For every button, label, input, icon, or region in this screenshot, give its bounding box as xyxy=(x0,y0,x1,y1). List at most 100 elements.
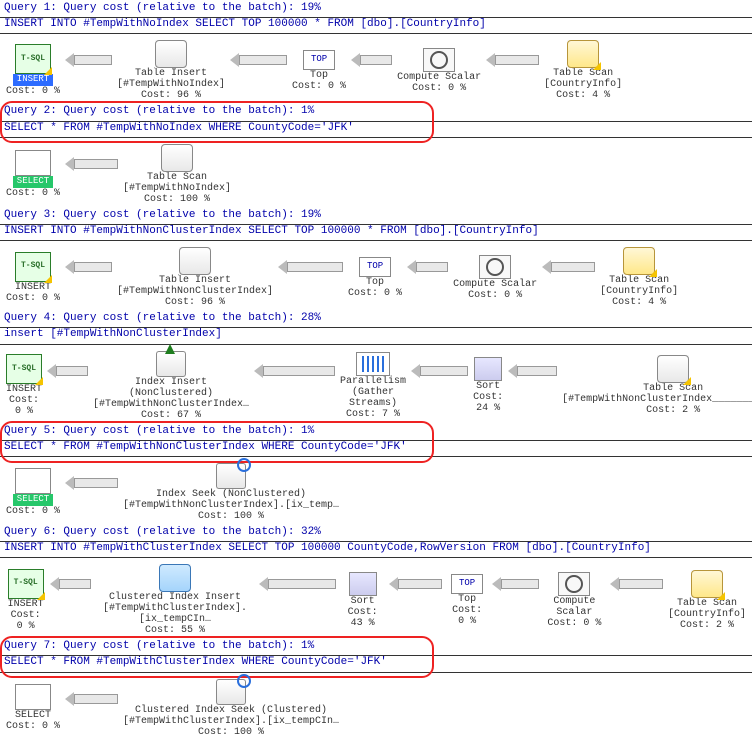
plan-row[interactable]: T-SQLINSERTCost: 0 % Index Insert (NonClu… xyxy=(0,345,752,423)
plan-row[interactable]: T-SQLINSERTCost: 0 % Table Insert[#TempWi… xyxy=(0,241,752,310)
plan-operator[interactable]: SortCost: 24 % xyxy=(473,357,503,414)
operator-name: Table Scan xyxy=(677,598,737,609)
root-op[interactable]: T-SQLINSERTCost: 0 % xyxy=(6,252,60,304)
plan-operator[interactable]: Table Scan[CountryInfo]Cost: 2 % xyxy=(668,570,746,631)
plan-row[interactable]: SELECTCost: 0 % Clustered Index Seek (Clu… xyxy=(0,673,752,740)
operator-cost: Cost: 100 % xyxy=(198,727,264,738)
operator-cost: Cost: 7 % xyxy=(346,409,400,420)
plan-operator[interactable]: Index Insert (NonClustered)[#TempWithNon… xyxy=(93,351,249,421)
plan-operator[interactable]: Clustered Index Seek (Clustered)[#TempWi… xyxy=(123,679,339,738)
flow-arrow-icon xyxy=(610,576,663,592)
flow-arrow-icon xyxy=(65,52,112,68)
operator-object: [CountryInfo] xyxy=(544,79,622,90)
plan-operator[interactable]: Compute ScalarCost: 0 % xyxy=(544,572,605,629)
plan-row[interactable]: T-SQLINSERTCost: 0 % Table Insert[#TempWi… xyxy=(0,34,752,103)
operator-cost: Cost: 4 % xyxy=(612,297,666,308)
plan-operator[interactable]: Compute ScalarCost: 0 % xyxy=(453,255,537,301)
query-block: Query 3: Query cost (relative to the bat… xyxy=(0,207,752,310)
query-header: Query 6: Query cost (relative to the bat… xyxy=(0,524,752,558)
flow-arrow-icon xyxy=(254,363,335,379)
operator-name: Table Insert xyxy=(135,68,207,79)
root-op[interactable]: T-SQLINSERTCost: 0 % xyxy=(6,354,42,417)
query-sql: INSERT INTO #TempWithNoIndex SELECT TOP … xyxy=(0,18,752,34)
flow-arrow-icon xyxy=(389,576,442,592)
root-op-cost: Cost: 0 % xyxy=(6,188,60,199)
root-op[interactable]: SELECTCost: 0 % xyxy=(6,150,60,199)
plan-row[interactable]: SELECTCost: 0 % Table Scan[#TempWithNoInd… xyxy=(0,138,752,207)
flow-arrow-icon xyxy=(508,363,557,379)
operator-name: Clustered Index Seek (Clustered) xyxy=(135,705,327,716)
query-block: Query 2: Query cost (relative to the bat… xyxy=(0,103,752,206)
operator-object: [CountryInfo] xyxy=(600,286,678,297)
flow-arrow-icon xyxy=(411,363,468,379)
query-title: Query 2: Query cost (relative to the bat… xyxy=(0,103,752,121)
query-block: Query 5: Query cost (relative to the bat… xyxy=(0,423,752,524)
operator-name: Sort xyxy=(351,596,375,607)
operator-object: [#TempWithNoIndex] xyxy=(117,79,225,90)
operator-cost: Cost: 0 % xyxy=(468,290,522,301)
plan-operator[interactable]: Table Insert[#TempWithNonClusterIndex]Co… xyxy=(117,247,273,308)
plan-operator[interactable]: Table Scan[#TempWithNonClusterIndex_____… xyxy=(562,355,752,416)
query-sql: SELECT * FROM #TempWithNonClusterIndex W… xyxy=(0,441,752,457)
plan-row[interactable]: T-SQLINSERTCost: 0 % Clustered Index Inse… xyxy=(0,558,752,638)
operator-name: Top xyxy=(310,70,328,81)
operator-cost: Cost: 0 % xyxy=(348,288,402,299)
operator-cost: Cost: 0 % xyxy=(447,605,486,627)
flow-arrow-icon xyxy=(407,259,448,275)
flow-arrow-icon xyxy=(542,259,595,275)
query-title: Query 4: Query cost (relative to the bat… xyxy=(0,310,752,328)
query-sql: SELECT * FROM #TempWithNoIndex WHERE Cou… xyxy=(0,122,752,138)
operator-object: [#TempWithNonClusterIndex___________… xyxy=(562,394,752,405)
query-header: Query 7: Query cost (relative to the bat… xyxy=(0,638,752,672)
plan-operator[interactable]: Table Scan[CountryInfo]Cost: 4 % xyxy=(544,40,622,101)
operator-object: [#TempWithNoIndex] xyxy=(123,183,231,194)
operator-object: [#TempWithNonClusterIndex].[ix_temp… xyxy=(123,500,339,511)
plan-operator[interactable]: Table Scan[#TempWithNoIndex]Cost: 100 % xyxy=(123,144,231,205)
operator-object: [#TempWithClusterIndex].[ix_tempCIn… xyxy=(123,716,339,727)
operator-name: Clustered Index Insert xyxy=(109,592,241,603)
operator-cost: Cost: 96 % xyxy=(165,297,225,308)
query-title: Query 6: Query cost (relative to the bat… xyxy=(0,524,752,542)
root-op-label: INSERT xyxy=(8,599,44,610)
plan-row[interactable]: SELECTCost: 0 % Index Seek (NonClustered)… xyxy=(0,457,752,524)
plan-operator[interactable]: TOPTopCost: 0 % xyxy=(292,50,346,92)
root-op-cost: Cost: 0 % xyxy=(6,506,60,517)
root-op[interactable]: SELECTCost: 0 % xyxy=(6,468,60,517)
query-title: Query 5: Query cost (relative to the bat… xyxy=(0,423,752,441)
operator-object: [#TempWithNonClusterIndex] xyxy=(117,286,273,297)
flow-arrow-icon xyxy=(486,52,539,68)
plan-operator[interactable]: Parallelism(Gather Streams)Cost: 7 % xyxy=(340,352,406,420)
plan-operator[interactable]: TOPTopCost: 0 % xyxy=(348,257,402,299)
root-op-cost: Cost: 0 % xyxy=(6,86,60,97)
query-block: Query 4: Query cost (relative to the bat… xyxy=(0,310,752,422)
flow-arrow-icon xyxy=(65,691,118,707)
root-op-label: INSERT xyxy=(15,282,51,293)
root-op[interactable]: T-SQLINSERTCost: 0 % xyxy=(6,44,60,97)
flow-arrow-icon xyxy=(65,156,118,172)
plan-operator[interactable]: TOPTopCost: 0 % xyxy=(447,574,486,627)
plan-operator[interactable]: Clustered Index Insert[#TempWithClusterI… xyxy=(96,564,253,636)
root-op-label: INSERT xyxy=(6,384,42,395)
plan-operator[interactable]: SortCost: 43 % xyxy=(341,572,385,629)
query-header: Query 4: Query cost (relative to the bat… xyxy=(0,310,752,344)
flow-arrow-icon xyxy=(278,259,343,275)
flow-arrow-icon xyxy=(259,576,336,592)
operator-cost: Cost: 24 % xyxy=(473,392,503,414)
plan-operator[interactable]: Compute ScalarCost: 0 % xyxy=(397,48,481,94)
query-block: Query 7: Query cost (relative to the bat… xyxy=(0,638,752,739)
operator-object: [CountryInfo] xyxy=(668,609,746,620)
root-op[interactable]: SELECTCost: 0 % xyxy=(6,684,60,732)
flow-arrow-icon xyxy=(65,475,118,491)
operator-cost: Cost: 2 % xyxy=(680,620,734,631)
plan-operator[interactable]: Index Seek (NonClustered)[#TempWithNonCl… xyxy=(123,463,339,522)
flow-arrow-icon xyxy=(65,259,112,275)
operator-name: Parallelism xyxy=(340,376,406,387)
query-title: Query 7: Query cost (relative to the bat… xyxy=(0,638,752,656)
flow-arrow-icon xyxy=(47,363,88,379)
root-op[interactable]: T-SQLINSERTCost: 0 % xyxy=(6,569,45,632)
operator-name: Index Seek (NonClustered) xyxy=(156,489,306,500)
operator-name: Compute Scalar xyxy=(453,279,537,290)
plan-operator[interactable]: Table Insert[#TempWithNoIndex]Cost: 96 % xyxy=(117,40,225,101)
plan-operator[interactable]: Table Scan[CountryInfo]Cost: 4 % xyxy=(600,247,678,308)
flow-arrow-icon xyxy=(230,52,287,68)
